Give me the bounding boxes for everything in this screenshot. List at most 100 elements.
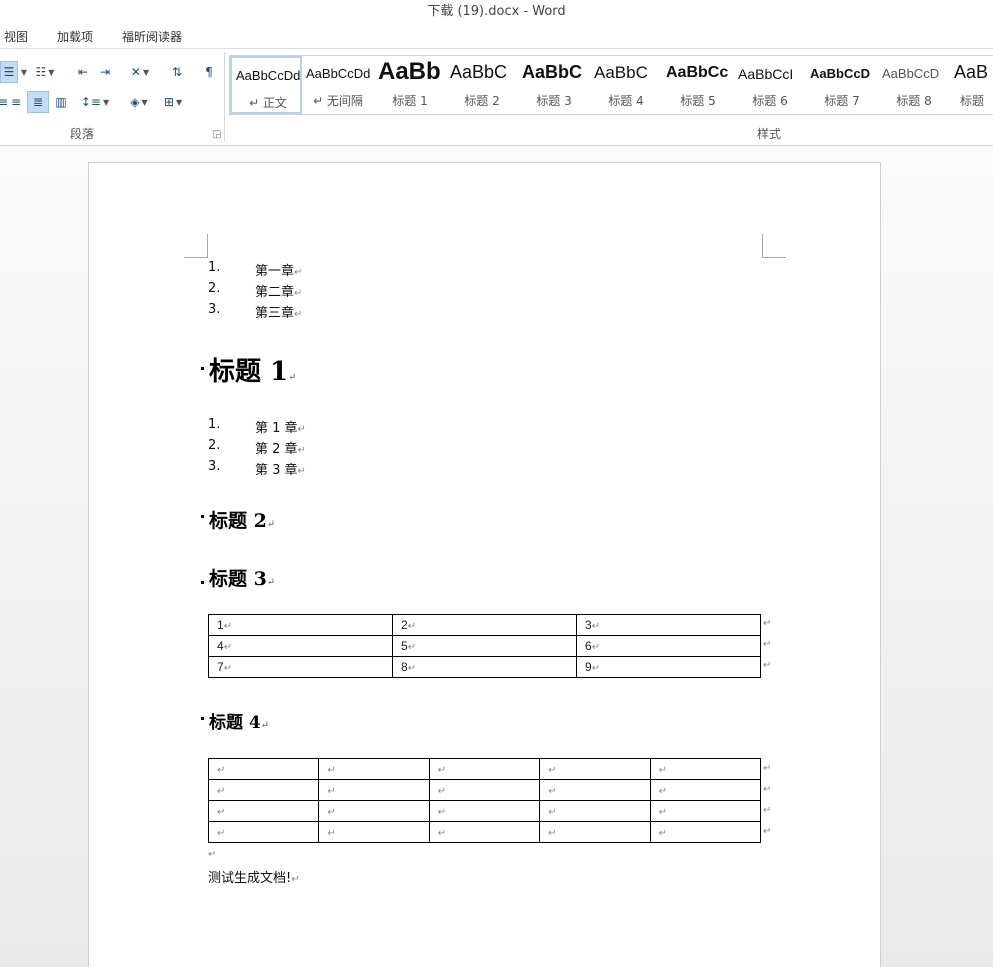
- ribbon: ☰ ▼ ☷ ▼ ⇤ ⇥ ✕ ▼ ⇅ ¶ ≡ ≡ ≣ ▥ ↕≡ ▼ ◈ ▼ ⊞ ▼ 段落 ◲…: [0, 48, 993, 146]
- style-name: 标题 7: [824, 94, 860, 108]
- table-cell[interactable]: ↵: [318, 758, 430, 780]
- paragraph-mark: ↵: [297, 466, 306, 477]
- table-row: ↵ ↵ ↵ ↵ ↵: [207, 800, 762, 822]
- table-cell[interactable]: ↵: [207, 758, 320, 780]
- table-cell[interactable]: ↵: [428, 779, 541, 801]
- style-no-spacing[interactable]: AaBbCcDd ↵ 无间隔: [302, 56, 374, 114]
- table-cell[interactable]: 9↵: [576, 656, 761, 678]
- cell-value: 1: [217, 618, 224, 632]
- asian-layout-button[interactable]: ✕ ▼: [126, 61, 154, 83]
- table-cell[interactable]: 3↵: [576, 614, 761, 636]
- table-cell[interactable]: ↵: [207, 800, 320, 822]
- shading-button[interactable]: ◈ ▼: [124, 91, 154, 113]
- paragraph-mark: ↵: [327, 765, 336, 776]
- table-cell[interactable]: 8↵: [392, 656, 577, 678]
- table-cell[interactable]: ↵: [207, 779, 320, 801]
- ribbon-tabs: 视图 加载项 福昕阅读器: [0, 24, 993, 48]
- table-cell[interactable]: ↵: [539, 779, 651, 801]
- paragraph-mark: ↵: [288, 372, 297, 383]
- table-row: 1↵ 2↵ 3↵: [208, 614, 761, 636]
- table-cell[interactable]: ↵: [649, 821, 762, 843]
- table-cell[interactable]: ↵: [539, 758, 651, 780]
- paragraph-mark: ↵: [658, 765, 667, 776]
- cell-value: 4: [217, 639, 224, 653]
- style-name: ↵ 无间隔: [313, 94, 363, 108]
- table-cell[interactable]: ↵: [649, 800, 762, 822]
- style-heading-8[interactable]: AaBbCcD 标题 8: [878, 56, 950, 114]
- list-number: 1.: [208, 260, 221, 275]
- style-heading-4[interactable]: AaBbC 标题 4: [590, 56, 662, 114]
- margin-corner-mark: [762, 234, 786, 258]
- table-4x5: ↵ ↵ ↵ ↵ ↵ ↵ ↵ ↵ ↵ ↵ ↵ ↵ ↵ ↵ ↵ ↵ ↵ ↵ ↵ ↵: [207, 758, 762, 843]
- paragraph-mark: ↵: [297, 424, 306, 435]
- table-cell[interactable]: ↵: [428, 800, 541, 822]
- paragraph-mark: ↵: [437, 765, 447, 776]
- justify-button[interactable]: ≣: [27, 91, 49, 113]
- paragraph-mark: ↵: [407, 642, 417, 653]
- table-cell[interactable]: ↵: [318, 779, 430, 801]
- table-row: ↵ ↵ ↵ ↵ ↵: [207, 779, 762, 801]
- sort-button[interactable]: ⇅: [166, 61, 188, 83]
- table-cell[interactable]: ↵: [318, 821, 430, 843]
- heading-3: 标题 3↵: [209, 564, 275, 591]
- style-heading-6[interactable]: AaBbCcI 标题 6: [734, 56, 806, 114]
- borders-button[interactable]: ⊞ ▼: [158, 91, 188, 113]
- show-marks-button[interactable]: ¶: [198, 61, 220, 83]
- list-text: 第 1 章: [255, 421, 298, 436]
- table-cell[interactable]: 1↵: [208, 614, 393, 636]
- multilevel-list-button[interactable]: ☷ ▼: [32, 61, 58, 83]
- paragraph-group: ☰ ▼ ☷ ▼ ⇤ ⇥ ✕ ▼ ⇅ ¶ ≡ ≡ ≣ ▥ ↕≡ ▼ ◈ ▼ ⊞ ▼ 段落 ◲: [0, 48, 224, 146]
- table-cell[interactable]: ↵: [539, 800, 651, 822]
- style-heading-2[interactable]: AaBbC 标题 2: [446, 56, 518, 114]
- style-sample: AaBbC: [450, 62, 508, 82]
- dialog-launcher-icon[interactable]: ◲: [212, 129, 221, 140]
- decrease-indent-button[interactable]: ⇤: [72, 61, 94, 83]
- table-row: ↵ ↵ ↵ ↵ ↵: [207, 758, 762, 780]
- table-cell[interactable]: ↵: [318, 800, 430, 822]
- cell-value: 6: [585, 639, 592, 653]
- table-cell[interactable]: 5↵: [392, 635, 577, 657]
- document-page[interactable]: 1. 第一章↵ 2. 第二章↵ 3. 第三章↵ 标题 1↵ 1. 第 1 章↵ …: [88, 162, 881, 967]
- tab-addins[interactable]: 加载项: [57, 28, 93, 45]
- table-cell[interactable]: ↵: [428, 758, 541, 780]
- table-cell[interactable]: ↵: [539, 821, 651, 843]
- chevron-down-icon: ▼: [20, 67, 28, 77]
- style-sample: AaBbCcI: [738, 66, 794, 82]
- style-heading-3[interactable]: AaBbC 标题 3: [518, 56, 590, 114]
- table-cell[interactable]: ↵: [649, 779, 762, 801]
- paragraph-mark: ↵: [294, 288, 303, 299]
- line-spacing-button[interactable]: ↕≡ ▼: [80, 91, 110, 113]
- style-sample: AaBbC: [522, 62, 583, 82]
- list-number: 3.: [208, 302, 221, 317]
- style-title[interactable]: AaB 标题: [950, 56, 993, 114]
- bullets-button[interactable]: ☰: [0, 61, 18, 83]
- style-heading-5[interactable]: AaBbCc 标题 5: [662, 56, 734, 114]
- paragraph-mark: ↵: [591, 663, 601, 674]
- cell-value: 5: [401, 639, 408, 653]
- table-cell[interactable]: 7↵: [208, 656, 393, 678]
- style-name: 标题 5: [680, 94, 716, 108]
- align-right-button[interactable]: ≡: [6, 91, 26, 113]
- table-cell[interactable]: 6↵: [576, 635, 761, 657]
- style-sample: AaBbCc: [666, 64, 729, 81]
- table-cell[interactable]: ↵: [649, 758, 762, 780]
- paragraph-mark: ↵: [327, 786, 336, 797]
- empty-paragraph-mark: ↵: [208, 849, 217, 860]
- distributed-button[interactable]: ▥: [50, 91, 72, 113]
- paragraph-mark: ↵: [217, 765, 226, 776]
- table-cell[interactable]: 4↵: [208, 635, 393, 657]
- table-cell[interactable]: 2↵: [392, 614, 577, 636]
- chevron-down-icon: ▼: [141, 97, 148, 107]
- bullets-dropdown[interactable]: ▼: [18, 61, 28, 83]
- table-cell[interactable]: ↵: [428, 821, 541, 843]
- table-cell[interactable]: ↵: [207, 821, 320, 843]
- increase-indent-button[interactable]: ⇥: [94, 61, 116, 83]
- style-normal[interactable]: AaBbCcDd ↵ 正文: [230, 56, 302, 114]
- style-heading-1[interactable]: AaBb 标题 1: [374, 56, 446, 114]
- style-heading-7[interactable]: AaBbCcD 标题 7: [806, 56, 878, 114]
- tab-view[interactable]: 视图: [4, 28, 28, 45]
- paragraph-mark: ↵: [658, 828, 667, 839]
- tab-foxit-reader[interactable]: 福昕阅读器: [122, 28, 182, 45]
- style-name: 标题 8: [896, 94, 932, 108]
- paragraph-mark: ↵: [548, 786, 557, 797]
